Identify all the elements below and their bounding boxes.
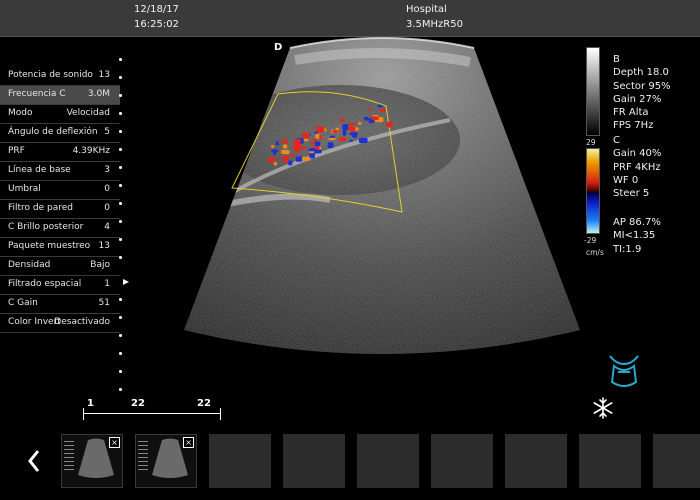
doppler-pixel — [294, 146, 301, 153]
safety-info-line: MI<1.35 — [613, 230, 656, 242]
safety-info-line: TI:1.9 — [613, 243, 642, 255]
doppler-pixel — [327, 142, 334, 149]
doppler-pixel — [386, 121, 393, 128]
orientation-marker: D — [274, 42, 283, 53]
cine-end-label: 22 — [197, 398, 211, 409]
empty-thumbnail-slot[interactable] — [505, 434, 567, 488]
doppler-pixel — [347, 123, 357, 126]
doppler-pixel — [350, 126, 356, 132]
saved-image-thumbnail[interactable]: × — [135, 434, 197, 488]
doppler-pixel — [310, 142, 314, 145]
doppler-pixel — [312, 138, 318, 142]
doppler-pixel — [348, 139, 353, 142]
empty-thumbnail-slot[interactable] — [431, 434, 493, 488]
bmode-info-line: Depth 18.0 — [613, 67, 669, 79]
doppler-pixel — [283, 144, 288, 149]
empty-thumbnail-slot[interactable] — [579, 434, 641, 488]
bmode-info-line: B — [613, 54, 620, 65]
doppler-pixel — [273, 162, 278, 166]
color-info-line: Steer 5 — [613, 188, 650, 200]
bmode-info-line: Gain 27% — [613, 93, 662, 105]
color-info-line: C — [613, 135, 620, 146]
doppler-pixel — [339, 118, 345, 123]
empty-thumbnail-slot[interactable] — [357, 434, 419, 488]
velocity-min-label: -29 — [584, 236, 597, 245]
doppler-pixel — [379, 108, 386, 112]
color-info-line: Gain 40% — [613, 148, 662, 160]
doppler-pixel — [308, 148, 316, 152]
doppler-pixel — [315, 126, 325, 133]
grayscale-bar — [586, 47, 600, 136]
empty-thumbnail-slot[interactable] — [209, 434, 271, 488]
empty-thumbnail-slot[interactable] — [653, 434, 700, 488]
doppler-pixel — [377, 104, 383, 108]
doppler-pixel — [294, 139, 301, 144]
bmode-info-line: Sector 95% — [613, 80, 671, 92]
doppler-pixel — [302, 132, 310, 139]
safety-info-line: AP 86.7% — [613, 217, 661, 228]
cine-start-tick — [83, 408, 84, 420]
doppler-pixel — [268, 157, 276, 163]
doppler-pixel — [281, 139, 289, 144]
chevron-left-icon[interactable] — [26, 448, 42, 474]
safety-info-panel: AP 86.7% MI<1.35 TI:1.9 — [613, 216, 661, 256]
doppler-pixel — [352, 132, 358, 138]
color-info-line: PRF 4KHz — [613, 161, 661, 173]
doppler-pixel — [314, 141, 321, 147]
close-icon[interactable]: × — [183, 437, 194, 448]
color-velocity-bar — [586, 148, 600, 234]
doppler-pixel — [358, 121, 362, 125]
snowflake-icon[interactable] — [591, 396, 615, 420]
bmode-info-panel: B Depth 18.0 Sector 95% Gain 27% FR Alta FPS … — [613, 53, 671, 133]
cine-start-label: 1 — [87, 398, 94, 409]
abdomen-probe-icon[interactable] — [604, 352, 644, 392]
close-icon[interactable]: × — [109, 437, 120, 448]
doppler-pixel — [328, 137, 336, 140]
doppler-pixel — [302, 156, 310, 162]
doppler-pixel — [289, 154, 295, 157]
saved-image-thumbnail[interactable]: × — [61, 434, 123, 488]
doppler-pixel — [342, 124, 349, 131]
doppler-pixel — [319, 135, 323, 139]
cine-track[interactable] — [83, 413, 221, 414]
cine-current-label: 22 — [131, 398, 145, 409]
velocity-unit-label: cm/s — [586, 248, 604, 257]
color-info-panel: C Gain 40% PRF 4KHz WF 0 Steer 5 — [613, 134, 661, 200]
doppler-pixel — [359, 137, 368, 144]
doppler-pixel — [288, 160, 293, 166]
bmode-info-line: FR Alta — [613, 107, 649, 119]
doppler-pixel — [363, 117, 369, 121]
color-info-line: WF 0 — [613, 174, 639, 186]
cine-end-tick — [220, 408, 221, 420]
doppler-pixel — [309, 152, 315, 159]
doppler-pixel — [332, 130, 339, 133]
bmode-info-line: FPS 7Hz — [613, 120, 654, 132]
doppler-pixel — [342, 129, 347, 136]
doppler-pixel — [273, 149, 277, 155]
doppler-pixel — [275, 141, 279, 146]
doppler-pixel — [282, 156, 289, 163]
velocity-max-label: 29 — [586, 138, 596, 147]
doppler-pixel — [270, 145, 275, 148]
doppler-pixel — [368, 108, 372, 111]
doppler-pixel — [371, 116, 379, 121]
doppler-pixel — [281, 149, 290, 155]
doppler-pixel — [314, 131, 319, 134]
empty-thumbnail-slot[interactable] — [283, 434, 345, 488]
doppler-pixel — [295, 156, 303, 162]
doppler-pixel — [338, 137, 347, 142]
